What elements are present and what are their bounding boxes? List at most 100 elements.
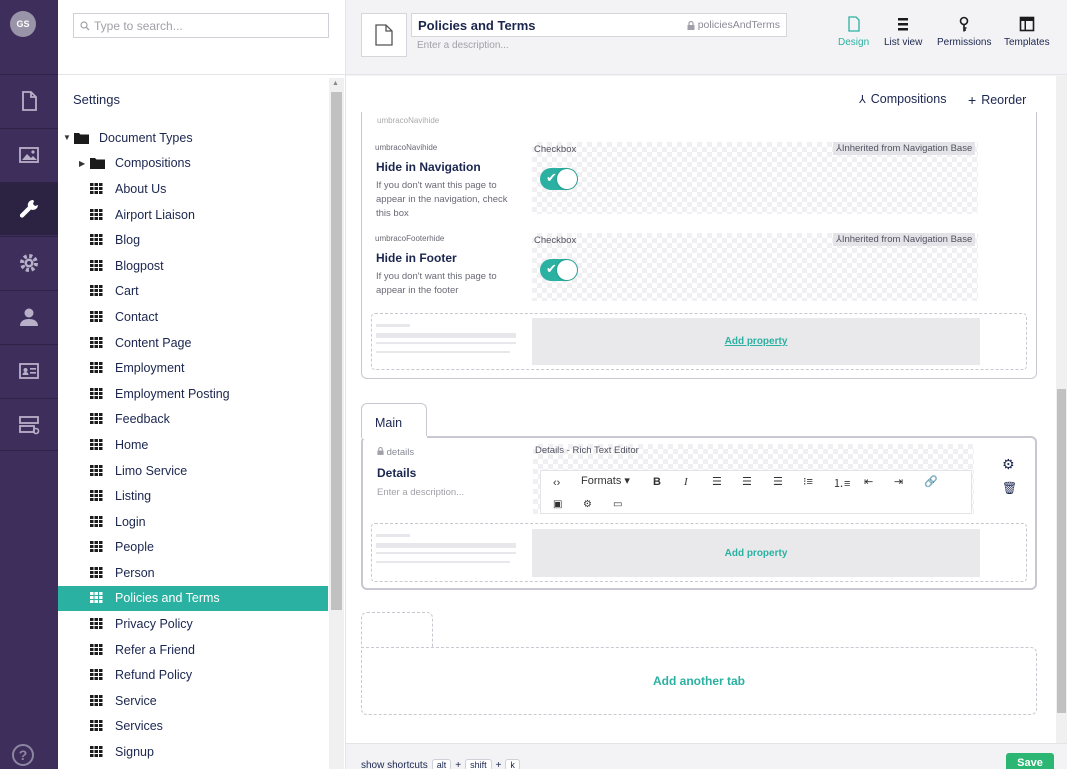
outdent-icon[interactable]: ⇤ xyxy=(864,475,873,488)
tree-node-doctype[interactable]: Refer a Friend xyxy=(58,637,328,663)
grid-icon xyxy=(90,413,103,425)
add-another-tab-button[interactable]: Add another tab xyxy=(361,647,1037,715)
doctype-icon-picker[interactable] xyxy=(361,13,407,57)
grid-icon xyxy=(90,515,103,527)
tree-node-doctype[interactable]: Contact xyxy=(58,304,328,330)
search-box[interactable] xyxy=(73,13,329,38)
name-input[interactable]: Policies and Terms policiesAndTerms xyxy=(411,13,787,37)
tree-node-doctype[interactable]: Services xyxy=(58,714,328,740)
section-forms[interactable] xyxy=(0,398,58,451)
app-design[interactable]: Design xyxy=(838,16,869,48)
trash-icon[interactable]: 🗑 xyxy=(1002,481,1017,495)
tree-node-doctype[interactable]: Feedback xyxy=(58,407,328,433)
section-members[interactable] xyxy=(0,344,58,397)
tree-node-doctype[interactable]: Employment xyxy=(58,355,328,381)
server-icon xyxy=(19,415,40,434)
app-templates[interactable]: Templates xyxy=(1004,16,1050,48)
tree-node-doctype[interactable]: Refund Policy xyxy=(58,662,328,688)
tree-node-doctype[interactable]: Person xyxy=(58,560,328,586)
reorder-button[interactable]: + Reorder xyxy=(968,92,1026,108)
bullet-list-icon[interactable]: ⁝≡ xyxy=(803,475,813,488)
tree-node-doctype[interactable]: About Us xyxy=(58,176,328,202)
align-right-icon[interactable]: ☰ xyxy=(773,475,783,488)
document-icon xyxy=(375,24,393,46)
toggle-switch[interactable]: ✔ xyxy=(540,168,578,190)
grid-icon xyxy=(90,592,103,604)
tree-node-doctype[interactable]: Privacy Policy xyxy=(58,611,328,637)
save-button[interactable]: Save xyxy=(1006,753,1054,769)
tree-node-doctype[interactable]: Blogpost xyxy=(58,253,328,279)
add-property-button[interactable]: Add property xyxy=(532,318,980,365)
section-content[interactable] xyxy=(0,74,58,127)
align-left-icon[interactable]: ☰ xyxy=(712,475,722,488)
tree-node-doctype[interactable]: People xyxy=(58,535,328,561)
tree-node-doctype[interactable]: Policies and Terms xyxy=(58,585,328,612)
align-center-icon[interactable]: ☰ xyxy=(742,475,752,488)
main-scrollbar[interactable] xyxy=(1056,76,1067,743)
tree-node-doctype[interactable]: Listing xyxy=(58,483,328,509)
add-property-button[interactable]: Add property xyxy=(532,529,980,577)
gear-icon[interactable]: ⚙ xyxy=(1002,456,1015,473)
avatar[interactable]: GS xyxy=(10,11,36,37)
user-icon xyxy=(20,308,38,326)
tree-node-doctype[interactable]: Home xyxy=(58,432,328,458)
section-users[interactable] xyxy=(0,290,58,343)
grid-icon xyxy=(90,464,103,476)
property-name: Hide in Footer xyxy=(376,251,457,265)
tab-main[interactable]: Main xyxy=(361,403,427,438)
shortcuts-hint[interactable]: show shortcuts alt + shift + k xyxy=(361,759,520,769)
indent-icon[interactable]: ⇥ xyxy=(894,475,903,488)
alias-field[interactable]: policiesAndTerms xyxy=(687,19,780,31)
lock-icon[interactable] xyxy=(687,20,695,30)
scrollbar-thumb[interactable] xyxy=(331,92,342,610)
embed-icon[interactable]: ▭ xyxy=(613,499,622,510)
help-icon[interactable]: ? xyxy=(12,744,34,766)
property-description[interactable]: Enter a description... xyxy=(377,486,517,500)
italic-icon[interactable]: I xyxy=(684,476,688,488)
tree-node-doctype[interactable]: Signup xyxy=(58,739,328,765)
tree-node-compositions[interactable]: ▶ Compositions xyxy=(58,151,328,177)
section-settings[interactable] xyxy=(0,182,58,235)
grid-icon xyxy=(90,310,103,322)
document-icon xyxy=(22,91,37,111)
skeleton-line xyxy=(376,561,510,563)
link-icon[interactable]: 🔗 xyxy=(924,475,938,488)
property-alias: umbracoNavihide xyxy=(375,143,438,152)
tree-node-doctype[interactable]: Login xyxy=(58,509,328,535)
caret-right-icon[interactable]: ▶ xyxy=(79,159,85,168)
description-input[interactable]: Enter a description... xyxy=(417,40,509,51)
bold-icon[interactable]: B xyxy=(653,476,661,488)
caret-down-icon[interactable]: ▼ xyxy=(63,133,71,142)
search-input[interactable] xyxy=(94,18,324,33)
section-packages[interactable] xyxy=(0,236,58,289)
compositions-button[interactable]: ⅄ Compositions xyxy=(859,92,946,106)
tree-node-document-types[interactable]: ▼ Document Types xyxy=(58,125,328,151)
new-tab-placeholder[interactable] xyxy=(361,612,433,648)
tree-node-doctype[interactable]: Airport Liaison xyxy=(58,202,328,228)
source-code-icon[interactable]: ‹› xyxy=(553,477,560,489)
numbered-list-icon[interactable]: ⒈≡ xyxy=(833,475,850,491)
scrollbar-thumb[interactable] xyxy=(1057,389,1066,713)
formats-dropdown[interactable]: Formats ▾ xyxy=(581,474,630,487)
tree-node-doctype[interactable]: Content Page xyxy=(58,330,328,356)
tree-node-doctype[interactable]: Blog xyxy=(58,227,328,253)
tree-node-doctype[interactable]: Employment Posting xyxy=(58,381,328,407)
tree-node-doctype[interactable]: Limo Service xyxy=(58,458,328,484)
inherited-badge: ⅄Inherited from Navigation Base xyxy=(833,142,976,155)
kbd-key: shift xyxy=(465,759,492,769)
app-list-view[interactable]: List view xyxy=(884,16,922,48)
tree-node-doctype[interactable]: Cart xyxy=(58,279,328,305)
property-description: If you don't want this page to appear in… xyxy=(376,180,508,219)
image-icon[interactable]: ▣ xyxy=(553,499,562,510)
skeleton-line xyxy=(376,333,516,338)
section-media[interactable] xyxy=(0,128,58,181)
scroll-up-icon[interactable]: ▲ xyxy=(332,80,339,87)
grid-icon xyxy=(90,234,103,246)
lock-icon[interactable] xyxy=(377,447,384,455)
tree-scrollbar[interactable]: ▲ xyxy=(329,78,344,769)
tab-join xyxy=(363,436,427,439)
tree-node-doctype[interactable]: Service xyxy=(58,688,328,714)
macro-icon[interactable]: ⚙ xyxy=(583,499,592,510)
toggle-switch[interactable]: ✔ xyxy=(540,259,578,281)
app-permissions[interactable]: Permissions xyxy=(937,16,991,48)
